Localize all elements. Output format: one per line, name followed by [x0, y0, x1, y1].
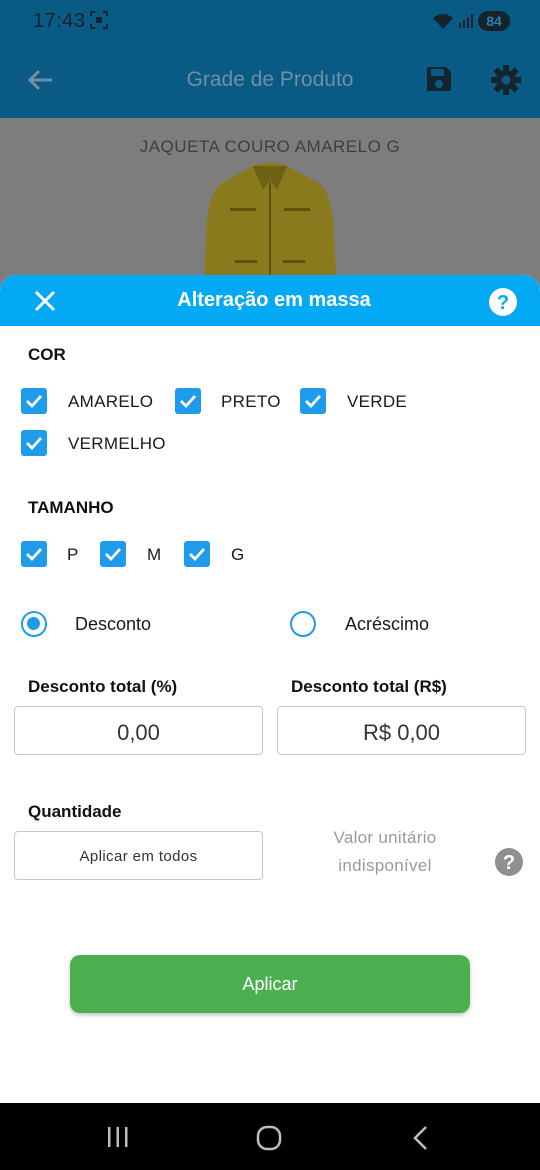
size-checkbox-g[interactable] — [184, 541, 210, 567]
apply-button[interactable]: Aplicar — [70, 955, 470, 1013]
page-title: Grade de Produto — [186, 68, 354, 91]
size-section-label: TAMANHO — [28, 498, 114, 517]
discount-percent-value: 0,00 — [117, 720, 160, 745]
color-label-preto: PRETO — [221, 392, 281, 411]
size-checkbox-m[interactable] — [100, 541, 126, 567]
screenshot-icon — [90, 11, 108, 29]
sheet-title: Alteração em massa — [177, 289, 371, 311]
color-checkbox-verde[interactable] — [300, 388, 326, 414]
bulk-edit-sheet: Alteração em massa ? COR AMARELO PRETO V… — [0, 275, 540, 1103]
product-photo — [203, 163, 337, 288]
wifi-icon — [433, 14, 453, 29]
color-checkbox-amarelo[interactable] — [21, 388, 47, 414]
status-time: 17:43 — [33, 10, 86, 32]
save-icon[interactable] — [425, 65, 453, 93]
color-label-verde: VERDE — [347, 392, 408, 411]
unit-value-unavailable-line1: Valor unitário — [333, 828, 437, 847]
quantity-placeholder: Aplicar em todos — [79, 848, 198, 865]
gear-icon[interactable] — [490, 64, 522, 96]
quantity-input[interactable]: Aplicar em todos — [14, 831, 263, 880]
discount-percent-input[interactable]: 0,00 — [14, 706, 263, 755]
system-nav-bar — [0, 1103, 540, 1170]
status-bar: 17:43 84 — [0, 0, 540, 40]
discount-value-label: Desconto total (R$) — [291, 677, 447, 696]
size-label-m: M — [147, 545, 162, 564]
increase-radio-label: Acréscimo — [345, 614, 430, 634]
unit-value-unavailable-line2: indisponível — [338, 856, 432, 875]
nav-back-icon[interactable] — [410, 1125, 432, 1151]
app-bar: Grade de Produto — [0, 40, 540, 118]
sheet-header: Alteração em massa ? — [0, 275, 540, 326]
color-checkbox-preto[interactable] — [175, 388, 201, 414]
color-label-amarelo: AMARELO — [68, 392, 154, 411]
discount-radio[interactable] — [21, 611, 47, 637]
svg-text:?: ? — [497, 292, 509, 314]
discount-radio-label: Desconto — [75, 614, 152, 634]
discount-percent-label: Desconto total (%) — [28, 677, 178, 696]
signal-icon — [459, 14, 473, 28]
increase-radio[interactable] — [290, 611, 316, 637]
color-section-label: COR — [28, 345, 66, 364]
discount-value-value: R$ 0,00 — [362, 720, 441, 745]
recent-apps-icon[interactable] — [106, 1125, 130, 1149]
check-icon — [26, 395, 43, 409]
check-icon — [26, 548, 43, 562]
discount-value-input[interactable]: R$ 0,00 — [277, 706, 526, 755]
home-icon[interactable] — [256, 1125, 282, 1151]
check-icon — [26, 437, 43, 451]
battery-indicator: 84 — [478, 11, 510, 31]
svg-text:?: ? — [503, 852, 515, 874]
size-label-p: P — [67, 545, 79, 564]
product-preview: JAQUETA COURO AMARELO G — [0, 118, 540, 288]
check-icon — [189, 548, 206, 562]
help-icon[interactable]: ? — [488, 287, 518, 317]
color-checkbox-vermelho[interactable] — [21, 430, 47, 456]
size-checkbox-p[interactable] — [21, 541, 47, 567]
check-icon — [305, 395, 322, 409]
check-icon — [105, 548, 122, 562]
color-label-vermelho: VERMELHO — [68, 434, 166, 453]
check-icon — [180, 395, 197, 409]
unit-value-help-icon[interactable]: ? — [494, 847, 524, 877]
product-name: JAQUETA COURO AMARELO G — [139, 137, 401, 156]
quantity-label: Quantidade — [28, 802, 122, 821]
size-label-g: G — [231, 545, 245, 564]
